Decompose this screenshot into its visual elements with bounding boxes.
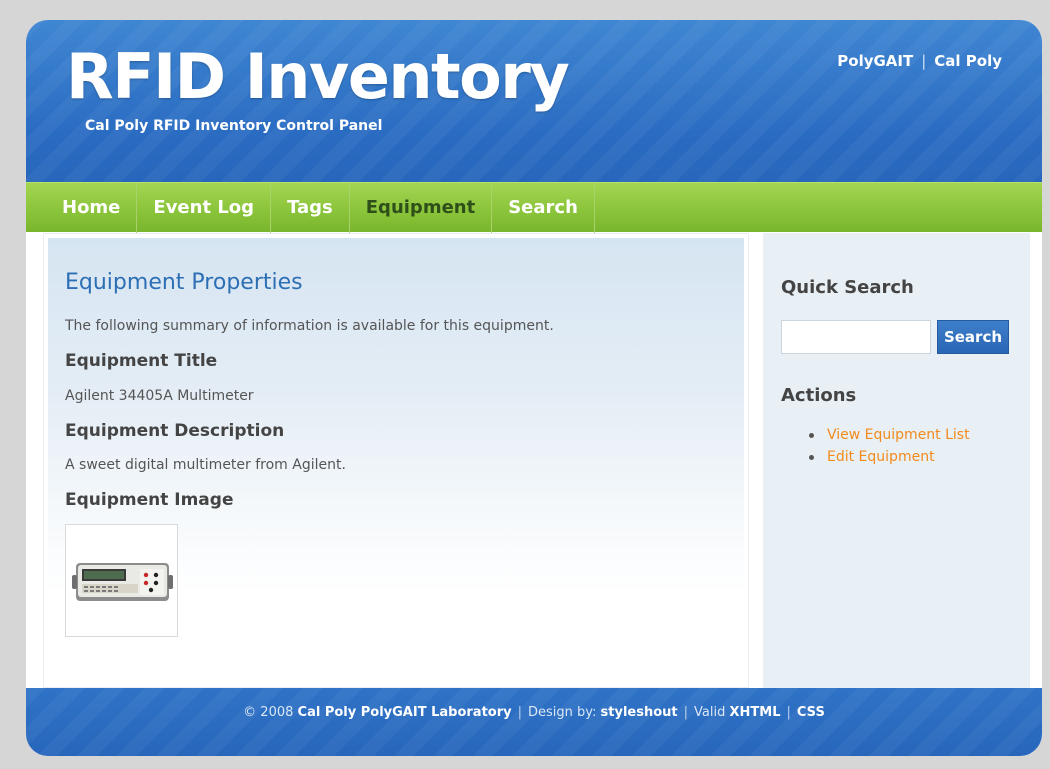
- equipment-description-heading: Equipment Description: [65, 421, 285, 441]
- styleshout-link[interactable]: styleshout: [601, 705, 678, 720]
- design-by-label: Design by:: [528, 705, 597, 720]
- main-nav: Home Event Log Tags Equipment Search: [26, 182, 1042, 233]
- footer: © 2008 Cal Poly PolyGAIT Laboratory | Desi…: [26, 688, 1042, 756]
- list-item: View Equipment List: [809, 424, 970, 446]
- css-link[interactable]: CSS: [797, 705, 825, 720]
- nav-item-search[interactable]: Search: [492, 183, 595, 233]
- footer-text: © 2008 Cal Poly PolyGAIT Laboratory | Desi…: [26, 705, 1042, 720]
- nav-item-event-log[interactable]: Event Log: [137, 183, 272, 233]
- multimeter-image: [72, 563, 173, 601]
- nav-item-tags[interactable]: Tags: [271, 183, 350, 233]
- valid-label: Valid: [694, 705, 726, 720]
- equipment-image[interactable]: [65, 524, 178, 637]
- header-links: PolyGAIT | Cal Poly: [837, 52, 1002, 70]
- footer-separator: |: [683, 705, 689, 720]
- header: RFID Inventory Cal Poly RFID Inventory C…: [26, 20, 1042, 182]
- equipment-title-value: Agilent 34405A Multimeter: [65, 388, 254, 404]
- lab-name: Cal Poly PolyGAIT Laboratory: [297, 705, 512, 720]
- quick-search-heading: Quick Search: [781, 277, 914, 298]
- equipment-title-heading: Equipment Title: [65, 351, 218, 371]
- sidebar: Quick Search Search Actions View Equipme…: [763, 233, 1030, 688]
- equipment-image-heading: Equipment Image: [65, 490, 234, 510]
- xhtml-link[interactable]: XHTML: [730, 705, 781, 720]
- equipment-description-value: A sweet digital multimeter from Agilent.: [65, 457, 346, 473]
- nav-item-equipment[interactable]: Equipment: [350, 183, 493, 233]
- site-logo[interactable]: RFID Inventory: [66, 46, 570, 108]
- edit-equipment-link[interactable]: Edit Equipment: [827, 449, 935, 465]
- content-box: Equipment Properties The following summa…: [48, 238, 744, 683]
- intro-text: The following summary of information is …: [65, 318, 554, 334]
- footer-separator: |: [786, 705, 791, 720]
- actions-list: View Equipment List Edit Equipment: [809, 424, 970, 468]
- copyright-text: © 2008: [243, 705, 294, 720]
- footer-separator: |: [517, 705, 522, 720]
- actions-heading: Actions: [781, 385, 857, 406]
- search-button[interactable]: Search: [937, 320, 1009, 354]
- site-slogan: Cal Poly RFID Inventory Control Panel: [85, 118, 383, 134]
- polygait-link[interactable]: PolyGAIT: [837, 52, 913, 70]
- view-equipment-list-link[interactable]: View Equipment List: [827, 427, 970, 443]
- cal-poly-link[interactable]: Cal Poly: [934, 52, 1002, 70]
- link-separator: |: [921, 52, 927, 70]
- page-title: Equipment Properties: [65, 270, 303, 295]
- list-item: Edit Equipment: [809, 446, 970, 468]
- main-content: Equipment Properties The following summa…: [43, 233, 749, 688]
- page-wrapper: RFID Inventory Cal Poly RFID Inventory C…: [26, 20, 1042, 756]
- quick-search-input[interactable]: [781, 320, 931, 354]
- nav-item-home[interactable]: Home: [46, 183, 138, 233]
